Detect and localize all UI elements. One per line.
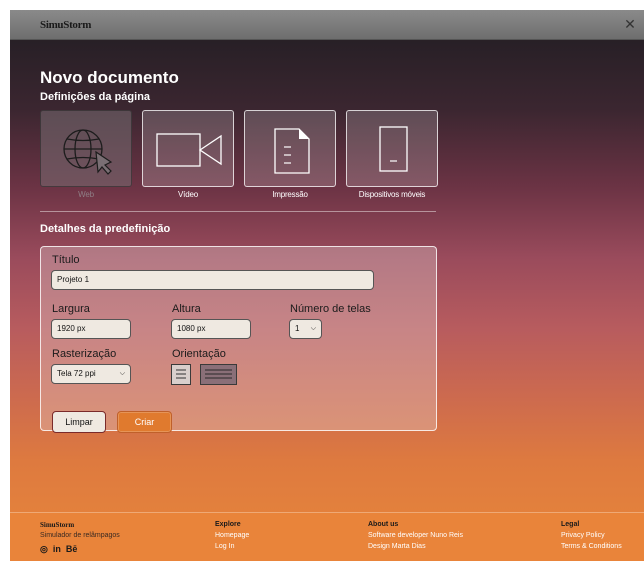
- details-section-title: Detalhes da predefinição: [40, 223, 171, 235]
- instagram-icon[interactable]: ◎: [40, 544, 48, 555]
- screens-select[interactable]: 1 ⌵: [289, 319, 322, 339]
- footer-legal-heading: Legal: [561, 521, 580, 528]
- preset-label-mobile: Dispositivos móveis: [358, 190, 426, 199]
- behance-icon[interactable]: Bē: [66, 544, 78, 555]
- footer-explore-heading: Explore: [215, 521, 241, 528]
- footer-link-homepage[interactable]: Homepage: [215, 532, 249, 543]
- top-bar: SimuStorm ✕: [10, 10, 644, 40]
- title-input[interactable]: Projeto 1: [51, 270, 374, 290]
- title-label: Título: [52, 254, 80, 266]
- portrait-lines-icon: [176, 369, 186, 379]
- footer-tagline: Simulador de relâmpagos: [40, 532, 120, 539]
- raster-select-value: Tela 72 ppi: [57, 369, 96, 378]
- preset-card-mobile[interactable]: [346, 110, 438, 187]
- screens-label: Número de telas: [290, 303, 371, 315]
- footer-link-login[interactable]: Log In: [215, 543, 249, 554]
- document-icon: [274, 128, 310, 174]
- page-subtitle: Definições da página: [40, 91, 151, 103]
- preset-card-web[interactable]: [40, 110, 132, 187]
- section-divider: [40, 211, 436, 212]
- social-links: ◎ in Bē: [40, 544, 120, 555]
- brand-logo[interactable]: SimuStorm: [40, 19, 91, 31]
- width-input[interactable]: 1920 px: [51, 319, 131, 339]
- linkedin-icon[interactable]: in: [53, 544, 61, 555]
- height-label: Altura: [172, 303, 201, 315]
- footer-brand[interactable]: SimuStorm: [40, 521, 120, 532]
- app-window: SimuStorm ✕ Novo documento Definições da…: [10, 10, 644, 561]
- close-icon[interactable]: ✕: [622, 16, 638, 32]
- globe-cursor-icon: [63, 129, 113, 175]
- create-button[interactable]: Criar: [117, 411, 172, 433]
- video-camera-icon: [156, 133, 222, 167]
- raster-select[interactable]: Tela 72 ppi ⌵: [51, 364, 131, 384]
- footer-link-privacy[interactable]: Privacy Policy: [561, 532, 622, 543]
- footer: SimuStorm Simulador de relâmpagos ◎ in B…: [10, 512, 644, 561]
- footer-about-heading: About us: [368, 521, 399, 528]
- orientation-label: Orientação: [172, 348, 226, 360]
- preset-label-print: Impressão: [272, 190, 308, 199]
- footer-link-terms[interactable]: Terms & Conditions: [561, 543, 622, 554]
- width-label: Largura: [52, 303, 90, 315]
- height-input[interactable]: 1080 px: [171, 319, 251, 339]
- preset-card-video[interactable]: [142, 110, 234, 187]
- footer-legal-column: Legal Privacy Policy Terms & Conditions: [561, 521, 622, 554]
- mobile-device-icon: [379, 126, 408, 172]
- orientation-portrait-button[interactable]: [171, 364, 191, 385]
- footer-about-column: About us Software developer Nuno Reis De…: [368, 521, 463, 554]
- screens-select-value: 1: [295, 324, 300, 333]
- footer-brand-column: SimuStorm Simulador de relâmpagos ◎ in B…: [40, 521, 120, 555]
- chevron-down-icon: ⌵: [310, 325, 316, 332]
- footer-link-design[interactable]: Design Marta Dias: [368, 543, 463, 554]
- preset-details-panel: Título Projeto 1 Largura 1920 px Altura …: [40, 246, 437, 433]
- landscape-lines-icon: [205, 369, 232, 379]
- orientation-landscape-button[interactable]: [200, 364, 237, 385]
- preset-label-video: Vídeo: [178, 190, 198, 199]
- clear-button[interactable]: Limpar: [52, 411, 106, 433]
- footer-explore-column: Explore Homepage Log In: [215, 521, 249, 554]
- preset-card-print[interactable]: [244, 110, 336, 187]
- raster-label: Rasterização: [52, 348, 117, 360]
- chevron-down-icon: ⌵: [119, 370, 125, 377]
- preset-label-web: Web: [78, 190, 94, 199]
- footer-link-developer[interactable]: Software developer Nuno Reis: [368, 532, 463, 543]
- page-title: Novo documento: [40, 68, 179, 87]
